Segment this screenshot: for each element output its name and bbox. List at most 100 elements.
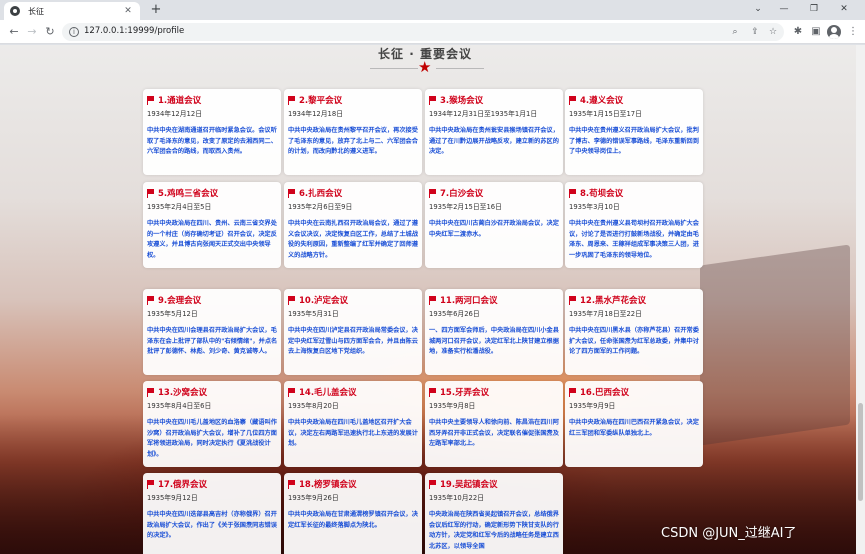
info-icon[interactable]: i: [69, 27, 79, 37]
meeting-date: 1935年9月8日: [429, 402, 476, 410]
url-text[interactable]: 127.0.0.1:19999/profile: [84, 26, 184, 36]
meeting-title[interactable]: 15.牙弄会议: [440, 386, 489, 398]
meeting-card[interactable]: 19.吴起镇会议 1935年10月22日 中央政治局在陕西省吴起镇召开会议，总结俄界…: [425, 473, 563, 554]
meeting-card[interactable]: 12.黑水芦花会议 1935年7月18日至22日 中共中央在四川黑水县（亦称芦花县）…: [565, 289, 703, 375]
meeting-date: 1935年10月22日: [429, 494, 484, 502]
share-icon[interactable]: ⇪: [748, 25, 762, 39]
page-viewport: 长征 · 重要会议 ★ 1.通道会议 1934年12月12日 中共中央在湖南通道召开…: [0, 45, 865, 554]
flag-icon: [288, 387, 296, 397]
flag-icon: [147, 188, 155, 198]
menu-icon[interactable]: ⋮: [845, 24, 861, 40]
scrollbar[interactable]: [856, 45, 865, 554]
meeting-card[interactable]: 11.两河口会议 1935年6月26日 一、四方面军会师后，中央政治局在四川小金县城…: [425, 289, 563, 375]
meeting-description: 中共中央在贵州遵义召开政治局扩大会议，批判了博古、李德的错误军事路线，毛泽东重新…: [569, 127, 699, 155]
meeting-card[interactable]: 5.鸡鸣三省会议 1935年2月4日至5日 中共中央政治局在四川、贵州、云南三省交界…: [143, 182, 281, 268]
meeting-description: 中共中央在四川毛儿盖地区的血洛寨（藏语叫作沙窝）召开政治局扩大会议，增补了几位四…: [147, 419, 277, 458]
meeting-title[interactable]: 19.吴起镇会议: [440, 478, 498, 490]
meeting-card[interactable]: 8.苟坝会议 1935年3月10日 中共中央在贵州遵义县苟坝村召开政治局扩大会议，讨…: [565, 182, 703, 268]
meeting-title[interactable]: 3.猴场会议: [440, 94, 483, 106]
meeting-date: 1935年9月9日: [569, 402, 616, 410]
flag-icon: [288, 188, 296, 198]
meeting-title[interactable]: 10.泸定会议: [299, 294, 348, 306]
flag-icon: [147, 387, 155, 397]
tab-bar: 长征 ✕ + ⌄ — ❐ ✕: [0, 0, 865, 20]
flag-icon: [429, 479, 437, 489]
meeting-card[interactable]: 1.通道会议 1934年12月12日 中共中央在湖南通道召开临时紧急会议。会议听取了…: [143, 89, 281, 175]
flag-icon: [569, 95, 577, 105]
meeting-title[interactable]: 8.苟坝会议: [580, 187, 623, 199]
meeting-card[interactable]: 2.黎平会议 1934年12月18日 中共中央政治局在贵州黎平召开会议，再次接受了毛…: [284, 89, 422, 175]
meeting-card[interactable]: 18.榜罗镇会议 1935年9月26日中共中央政治局在甘肃通渭榜罗镇召开会议，决定…: [284, 473, 422, 554]
card-header: 10.泸定会议: [288, 294, 419, 306]
back-button[interactable]: ←: [6, 24, 22, 40]
meeting-title[interactable]: 16.巴西会议: [580, 386, 629, 398]
address-bar[interactable]: i 127.0.0.1:19999/profile ⌕ ⇪ ☆: [62, 23, 784, 41]
star-icon[interactable]: ☆: [766, 25, 780, 39]
meeting-title[interactable]: 4.遵义会议: [580, 94, 623, 106]
meeting-card[interactable]: 7.白沙会议 1935年2月15日至16日 中共中央在四川古蔺白沙召开政治局会议，决…: [425, 182, 563, 268]
flag-icon: [288, 95, 296, 105]
meeting-card[interactable]: 6.扎西会议 1935年2月6日至9日 中共中央在云南扎西召开政治局会议，通过了遵义…: [284, 182, 422, 268]
flag-icon: [288, 295, 296, 305]
meeting-date: 1934年12月18日: [288, 110, 343, 118]
meeting-title[interactable]: 2.黎平会议: [299, 94, 342, 106]
scrollbar-thumb[interactable]: [858, 403, 863, 501]
card-header: 5.鸡鸣三省会议: [147, 187, 278, 199]
flag-icon: [147, 295, 155, 305]
meeting-card[interactable]: 9.会理会议 1935年5月12日 中共中央在四川会理县召开政治局扩大会议，毛泽东在…: [143, 289, 281, 375]
meeting-description: 中共中央在四川黑水县（亦称芦花县）召开常委扩大会议，任命张国焘为红军总政委，并集…: [569, 327, 699, 355]
meeting-title[interactable]: 6.扎西会议: [299, 187, 342, 199]
meeting-title[interactable]: 11.两河口会议: [440, 294, 498, 306]
card-header: 4.遵义会议: [569, 94, 700, 106]
meeting-description: 中共中央政治局在甘肃通渭榜罗镇召开会议，决定红军长征的最终落脚点为陕北。: [288, 511, 418, 529]
card-header: 14.毛儿盖会议: [288, 386, 419, 398]
meeting-title[interactable]: 1.通道会议: [158, 94, 201, 106]
meeting-card[interactable]: 3.猴场会议 1934年12月31日至1935年1月1日 中共中央政治局在贵州瓮安县…: [425, 89, 563, 175]
meeting-card[interactable]: 13.沙窝会议 1935年8月4日至6日 中共中央在四川毛儿盖地区的血洛寨（藏语叫作…: [143, 381, 281, 467]
meeting-description: 中共中央在四川古蔺白沙召开政治局会议，决定中央红军二渡赤水。: [429, 220, 559, 238]
meeting-title[interactable]: 7.白沙会议: [440, 187, 483, 199]
meeting-date: 1935年2月6日至9日: [288, 203, 353, 211]
meeting-title[interactable]: 14.毛儿盖会议: [299, 386, 357, 398]
card-header: 19.吴起镇会议: [429, 478, 560, 490]
meeting-card[interactable]: 17.俄界会议 1935年9月12日 中共中央在四川迭部县高吉村（亦称俄界）召开政治…: [143, 473, 281, 554]
meeting-title[interactable]: 17.俄界会议: [158, 478, 207, 490]
reload-button[interactable]: ↻: [42, 24, 58, 40]
meeting-date: 1934年12月12日: [147, 110, 202, 118]
meeting-card[interactable]: 16.巴西会议 1935年9月9日中共中央政治局在四川巴西召开紧急会议，决定红三军…: [565, 381, 703, 467]
window-close-icon[interactable]: ✕: [830, 2, 858, 16]
globe-icon: [10, 6, 20, 16]
meeting-title[interactable]: 13.沙窝会议: [158, 386, 207, 398]
meeting-description: 中共中央政治局在四川巴西召开紧急会议，决定红三军团和军委纵队单独北上。: [569, 419, 699, 437]
meeting-title[interactable]: 12.黑水芦花会议: [580, 294, 646, 306]
meeting-card[interactable]: 4.遵义会议 1935年1月15日至17日中共中央在贵州遵义召开政治局扩大会议，批…: [565, 89, 703, 175]
meeting-date: 1935年1月15日至17日: [569, 110, 642, 118]
side-panel-icon[interactable]: ▣: [808, 24, 824, 40]
meeting-title[interactable]: 9.会理会议: [158, 294, 201, 306]
meeting-card[interactable]: 10.泸定会议 1935年5月31日 中共中央在四川泸定县召开政治局常委会议，决定中…: [284, 289, 422, 375]
title-divider-right: [436, 68, 484, 69]
zoom-icon[interactable]: ⌕: [728, 25, 742, 39]
meeting-date: 1935年9月26日: [288, 494, 339, 502]
meeting-description: 中共中央政治局在四川、贵州、云南三省交界处的一个村庄（尚存确切考证）召开会议，决…: [147, 220, 277, 259]
browser-tab[interactable]: 长征 ✕: [4, 2, 140, 20]
card-header: 6.扎西会议: [288, 187, 419, 199]
close-icon[interactable]: ✕: [122, 6, 134, 16]
avatar[interactable]: [827, 25, 841, 39]
forward-button[interactable]: →: [24, 24, 40, 40]
chevron-down-icon[interactable]: ⌄: [744, 2, 772, 16]
new-tab-button[interactable]: +: [148, 2, 164, 18]
meeting-card[interactable]: 14.毛儿盖会议 1935年8月20日 中共中央政治局在四川毛儿盖地区召开扩大会议，…: [284, 381, 422, 467]
meeting-date: 1935年9月12日: [147, 494, 198, 502]
flag-icon: [429, 295, 437, 305]
extensions-icon[interactable]: ✱: [790, 24, 806, 40]
meeting-title[interactable]: 5.鸡鸣三省会议: [158, 187, 218, 199]
meeting-description: 中共中央政治局在贵州瓮安县猴场镇召开会议，通过了在川黔边展开战略反攻，建立新的苏…: [429, 127, 559, 155]
maximize-icon[interactable]: ❐: [800, 2, 828, 16]
meeting-date: 1935年8月20日: [288, 402, 339, 410]
minimize-icon[interactable]: —: [770, 2, 798, 16]
meeting-card[interactable]: 15.牙弄会议 1935年9月8日 中共中央主要领导人和徐向前、陈昌浩在四川阿西牙弄…: [425, 381, 563, 467]
star-icon: ★: [418, 58, 432, 76]
card-header: 13.沙窝会议: [147, 386, 278, 398]
meeting-title[interactable]: 18.榜罗镇会议: [299, 478, 357, 490]
